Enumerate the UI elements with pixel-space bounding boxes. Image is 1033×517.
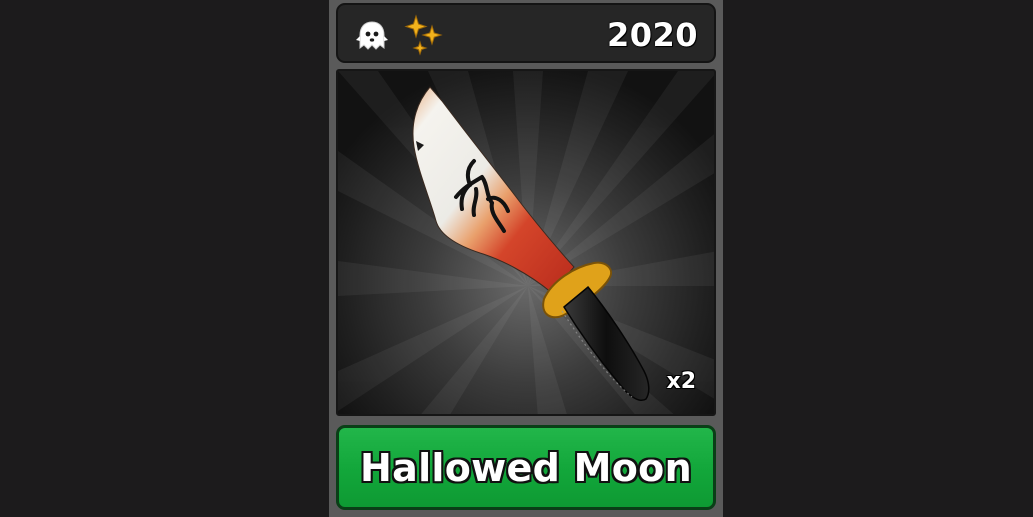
item-name-plate: Hallowed Moon bbox=[336, 425, 716, 510]
ghost-icon bbox=[356, 21, 388, 50]
item-card[interactable]: 2020 x2 Hallowed Moon bbox=[329, 0, 723, 517]
item-name: Hallowed Moon bbox=[359, 445, 692, 491]
item-preview: x2 bbox=[336, 69, 716, 416]
item-quantity: x2 bbox=[666, 369, 697, 394]
knife-image bbox=[412, 86, 650, 401]
item-header: 2020 bbox=[336, 3, 716, 63]
sparkle-icon bbox=[404, 14, 443, 56]
item-year: 2020 bbox=[606, 16, 698, 54]
